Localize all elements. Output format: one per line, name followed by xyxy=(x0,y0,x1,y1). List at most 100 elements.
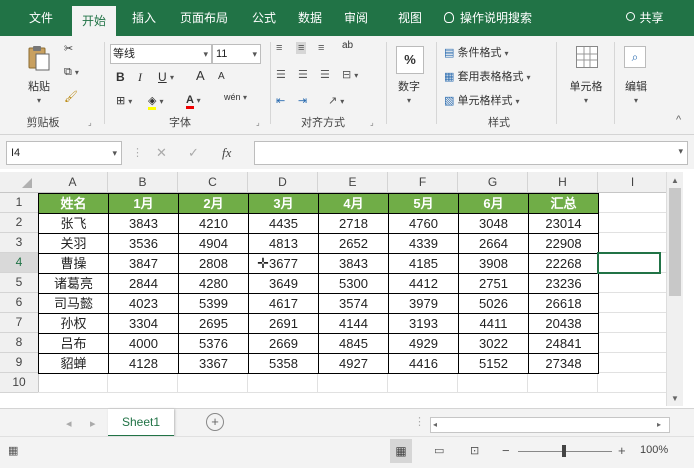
underline-button[interactable]: U xyxy=(158,70,167,84)
table-cell[interactable]: 2691 xyxy=(248,313,319,334)
share-button[interactable]: 共享 xyxy=(610,0,680,36)
table-cell[interactable]: 2652 xyxy=(318,233,389,254)
table-cell[interactable]: 4927 xyxy=(318,353,389,374)
zoom-slider-handle[interactable] xyxy=(562,445,566,457)
table-cell[interactable]: 4280 xyxy=(178,273,249,294)
table-cell[interactable]: 20438 xyxy=(528,313,599,334)
table-cell[interactable]: 4813 xyxy=(248,233,319,254)
cells-button[interactable]: 单元格 ▾ xyxy=(562,78,610,106)
font-size-select[interactable]: 11 ▾ xyxy=(212,44,261,64)
table-cell[interactable]: 4416 xyxy=(388,353,459,374)
column-header-g[interactable]: G xyxy=(458,172,528,193)
editing-button[interactable]: 编辑 ▾ xyxy=(614,78,658,106)
vertical-scrollbar[interactable]: ▲ ▼ xyxy=(666,172,683,406)
table-cell[interactable]: 23236 xyxy=(528,273,599,294)
table-header-cell[interactable]: 3月 xyxy=(248,193,319,214)
table-cell[interactable]: 3649 xyxy=(248,273,319,294)
grid-cell[interactable] xyxy=(598,373,668,393)
tab-splitter[interactable]: ⋮ xyxy=(414,415,425,428)
column-header-c[interactable]: C xyxy=(178,172,248,193)
format-as-table-button[interactable]: ▦ 套用表格格式 ▾ xyxy=(444,68,531,84)
grid-cell[interactable] xyxy=(38,373,108,393)
table-cell[interactable]: 4185 xyxy=(388,253,459,274)
tab-view[interactable]: 视图 xyxy=(390,0,430,36)
table-cell[interactable]: 3022 xyxy=(458,333,529,354)
cells-icon[interactable] xyxy=(576,46,598,68)
row-header-7[interactable]: 7 xyxy=(0,313,39,333)
decrease-indent-icon[interactable]: ⇤ xyxy=(276,94,285,107)
table-cell[interactable]: 5358 xyxy=(248,353,319,374)
table-cell[interactable]: 张飞 xyxy=(38,213,109,234)
table-cell[interactable]: 2664 xyxy=(458,233,529,254)
tab-page-layout[interactable]: 页面布局 xyxy=(172,0,236,36)
clipboard-launcher-icon[interactable]: ⌟ xyxy=(88,118,92,127)
scroll-left-icon[interactable]: ◂ xyxy=(433,418,437,432)
column-header-f[interactable]: F xyxy=(388,172,458,193)
grow-font-button[interactable]: A xyxy=(196,68,205,83)
column-header-h[interactable]: H xyxy=(528,172,598,193)
border-icon[interactable]: ⊞ ▾ xyxy=(116,94,132,107)
row-header-4[interactable]: 4 xyxy=(0,253,39,273)
table-cell[interactable]: 2808 xyxy=(178,253,249,274)
wrap-text-icon[interactable]: ab xyxy=(342,40,353,51)
table-cell[interactable]: 4023 xyxy=(108,293,179,314)
table-cell[interactable]: 4617 xyxy=(248,293,319,314)
tab-file[interactable]: 文件 xyxy=(22,0,60,36)
row-header-10[interactable]: 10 xyxy=(0,373,39,393)
align-middle-icon[interactable]: ≡ xyxy=(296,42,307,54)
column-header-d[interactable]: D xyxy=(248,172,318,193)
tell-me-box[interactable]: 操作说明搜索 xyxy=(444,0,574,36)
sheet-tab-sheet1[interactable]: Sheet1 xyxy=(108,409,174,437)
table-header-cell[interactable]: 2月 xyxy=(178,193,249,214)
table-header-cell[interactable]: 4月 xyxy=(318,193,389,214)
table-cell[interactable]: 2695 xyxy=(178,313,249,334)
format-painter-icon[interactable]: 🖌 xyxy=(64,90,78,103)
table-cell[interactable]: 4435 xyxy=(248,213,319,234)
table-cell[interactable]: 曹操 xyxy=(38,253,109,274)
row-header-8[interactable]: 8 xyxy=(0,333,39,353)
table-cell[interactable]: 4128 xyxy=(108,353,179,374)
table-cell[interactable]: 司马懿 xyxy=(38,293,109,314)
grid-cell[interactable] xyxy=(598,213,668,233)
table-cell[interactable]: 4210 xyxy=(178,213,249,234)
table-header-cell[interactable]: 姓名 xyxy=(38,193,109,214)
grid-cell[interactable] xyxy=(598,193,668,213)
font-launcher-icon[interactable]: ⌟ xyxy=(256,118,260,127)
number-format-button[interactable]: 数字 ▾ xyxy=(390,78,428,106)
grid-cell[interactable] xyxy=(598,233,668,253)
align-left-icon[interactable]: ☰ xyxy=(276,68,286,81)
table-cell[interactable]: 4845 xyxy=(318,333,389,354)
column-header-a[interactable]: A xyxy=(38,172,108,193)
formula-input[interactable]: ▾ xyxy=(254,141,688,165)
table-cell[interactable]: 孙权 xyxy=(38,313,109,334)
table-cell[interactable]: 3843 xyxy=(108,213,179,234)
grid-cell[interactable] xyxy=(598,293,668,313)
table-cell[interactable]: 5399 xyxy=(178,293,249,314)
tab-insert[interactable]: 插入 xyxy=(124,0,164,36)
underline-dropdown-icon[interactable]: ▾ xyxy=(170,73,174,82)
align-right-icon[interactable]: ☰ xyxy=(320,68,330,81)
table-cell[interactable]: 3843 xyxy=(318,253,389,274)
table-header-cell[interactable]: 5月 xyxy=(388,193,459,214)
table-header-cell[interactable]: 汇总 xyxy=(528,193,599,214)
zoom-level[interactable]: 100% xyxy=(640,444,668,456)
increase-indent-icon[interactable]: ⇥ xyxy=(298,94,307,107)
grid-cell[interactable] xyxy=(598,333,668,353)
scroll-right-icon[interactable]: ▸ xyxy=(657,418,661,432)
table-cell[interactable]: 3908 xyxy=(458,253,529,274)
paste-button[interactable]: 粘贴 ▾ xyxy=(22,78,56,106)
tab-data[interactable]: 数据 xyxy=(290,0,330,36)
conditional-format-button[interactable]: ▤ 条件格式 ▾ xyxy=(444,44,509,60)
align-bottom-icon[interactable]: ≡ xyxy=(318,42,324,54)
font-color-icon[interactable]: A ▾ xyxy=(186,94,201,109)
grid-cell[interactable] xyxy=(318,373,388,393)
table-cell[interactable]: 3048 xyxy=(458,213,529,234)
align-center-icon[interactable]: ☰ xyxy=(298,68,308,81)
paste-icon[interactable] xyxy=(26,44,52,72)
table-cell[interactable]: 4412 xyxy=(388,273,459,294)
table-cell[interactable]: 关羽 xyxy=(38,233,109,254)
table-cell[interactable]: 4760 xyxy=(388,213,459,234)
grid-cell[interactable] xyxy=(248,373,318,393)
alignment-launcher-icon[interactable]: ⌟ xyxy=(370,118,374,127)
merge-center-icon[interactable]: ⊟ ▾ xyxy=(342,68,358,81)
